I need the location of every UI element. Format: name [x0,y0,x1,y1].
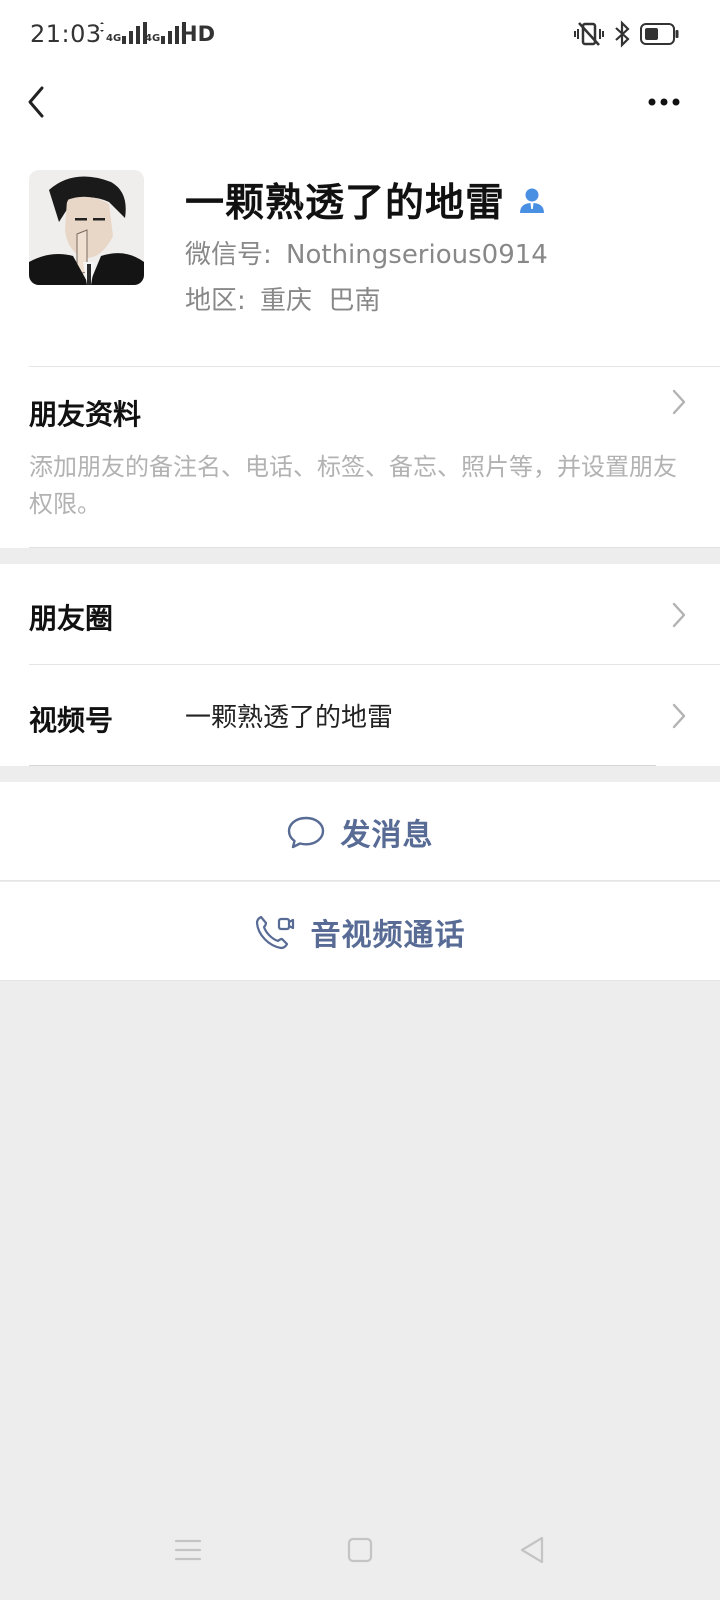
home-square-icon[interactable] [340,1530,380,1570]
friend-info-title: 朋友资料 [29,398,142,431]
wechat-id-row: 微信号: Nothingserious0914 [185,234,548,271]
divider [0,880,720,881]
avatar[interactable] [29,170,144,285]
chevron-right-icon [672,602,686,628]
divider [29,765,656,766]
friend-info-row[interactable]: 朋友资料 添加朋友的备注名、电话、标签、备忘、照片等，并设置朋友权限。 [0,367,720,548]
wechat-id-label: 微信号: [185,240,272,270]
av-call-button[interactable]: 音视频通话 [0,882,720,981]
bluetooth-icon [615,20,630,48]
profile-header: 一颗熟透了的地雷 微信号: Nothingserious0914 地区: 重庆 … [0,142,720,367]
send-message-button[interactable]: 发消息 [0,782,720,881]
vibrate-mute-icon [574,22,604,46]
signal-group-1: 4G [98,22,148,44]
avatar-illustration [29,170,144,285]
wechat-id-value: Nothingserious0914 [286,240,548,270]
system-nav-bar [0,1490,720,1600]
channels-label: 视频号 [29,704,114,737]
network-type-1: 4G [106,33,122,44]
status-bar: 21:03 4G 4G HD [0,0,720,72]
av-call-label: 音视频通话 [310,917,466,953]
region-value: 重庆 巴南 [260,286,381,316]
divider [29,547,720,548]
channels-value: 一颗熟透了的地雷 [185,703,394,733]
send-message-label: 发消息 [340,817,434,853]
social-group: 朋友圈 视频号 一颗熟透了的地雷 [0,564,720,766]
moments-label: 朋友圈 [29,602,114,635]
chevron-right-icon [672,389,686,415]
battery-icon [640,23,679,45]
contact-person-icon [520,188,545,213]
divider [0,980,720,981]
status-time: 21:03 [30,20,102,48]
nav-bar [0,72,720,142]
contact-profile-screen: 21:03 4G 4G HD 一颗熟透了的地雷 微信号: Nothingseri… [0,0,720,1600]
back-triangle-icon[interactable] [512,1530,552,1570]
menu-lines-icon[interactable] [168,1530,208,1570]
friend-info-description: 添加朋友的备注名、电话、标签、备忘、照片等，并设置朋友权限。 [29,453,677,518]
chevron-right-icon [672,703,686,729]
channels-row[interactable]: 视频号 一颗熟透了的地雷 [0,665,720,766]
nickname-row: 一颗熟透了的地雷 [185,172,547,228]
data-arrows-icon [100,22,104,32]
more-options-button[interactable] [640,78,692,130]
status-icons-right [574,20,680,48]
nickname: 一颗熟透了的地雷 [185,181,506,226]
more-dots-icon [648,98,680,106]
moments-row[interactable]: 朋友圈 [0,564,720,665]
back-button[interactable] [20,78,72,130]
region-label: 地区: [185,286,246,316]
chat-bubble-icon [287,816,324,848]
video-call-icon [255,915,294,949]
hd-indicator: HD [180,22,216,46]
region-row: 地区: 重庆 巴南 [185,280,381,317]
back-arrow-icon [28,86,44,118]
network-type-2: 4G [145,33,161,44]
